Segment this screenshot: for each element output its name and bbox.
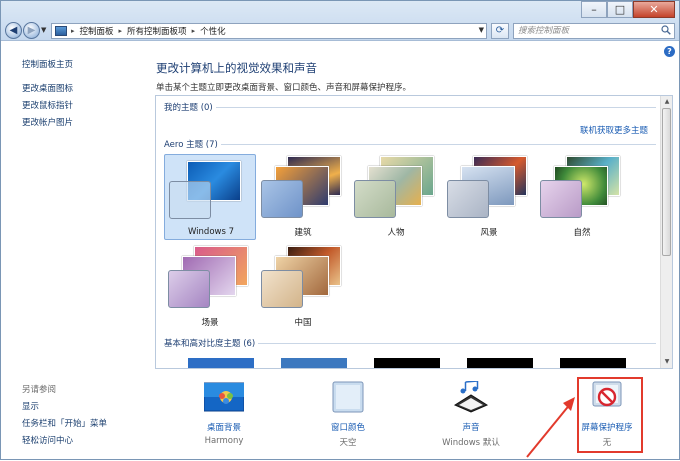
personalization-window: – □ ✕ ◀ ▶ ▼ ▸ 控制面板 ▸ 所有控制面板项 ▸ 个性化 ▼ ⟳ 搜…	[0, 0, 680, 460]
window-color-swatch	[540, 180, 582, 218]
basic-theme-tile[interactable]	[467, 358, 533, 368]
minimize-button[interactable]: –	[581, 1, 607, 18]
window-color-swatch	[261, 180, 303, 218]
theme-name: Windows 7	[187, 227, 235, 237]
forward-arrow-icon: ▶	[27, 25, 36, 36]
sound-item[interactable]: 声音 Windows 默认	[416, 380, 526, 448]
theme-name: 自然	[573, 228, 591, 238]
control-panel-icon	[55, 26, 67, 36]
theme-tile-landscapes[interactable]: 风景	[443, 154, 535, 240]
sound-label: 声音	[462, 423, 480, 433]
breadcrumb-separator-icon[interactable]: ▸	[119, 27, 123, 35]
theme-list-scrollbar[interactable]: ▲ ▼	[660, 96, 672, 368]
basic-theme-tile[interactable]	[374, 358, 440, 368]
basic-theme-tile[interactable]	[188, 358, 254, 368]
window-color-value: 天空	[339, 438, 357, 448]
breadcrumb-control-panel[interactable]: 控制面板	[80, 25, 114, 37]
desktop-background-icon	[203, 381, 245, 413]
theme-tile-architecture[interactable]: 建筑	[257, 154, 349, 240]
theme-name: 人物	[387, 228, 405, 238]
change-mouse-pointers-link[interactable]: 更改鼠标指针	[22, 99, 73, 111]
help-icon[interactable]: ?	[664, 46, 675, 57]
section-divider	[221, 144, 656, 145]
theme-tile-nature[interactable]: 自然	[536, 154, 628, 240]
change-account-picture-link[interactable]: 更改帐户图片	[22, 116, 73, 128]
theme-name: 风景	[480, 228, 498, 238]
breadcrumb-separator-icon[interactable]: ▸	[71, 27, 75, 35]
basic-themes-header: 基本和高对比度主题 (6)	[164, 339, 256, 349]
address-bar[interactable]: ▸ 控制面板 ▸ 所有控制面板项 ▸ 个性化 ▼	[51, 23, 487, 39]
theme-tile-characters[interactable]: 人物	[350, 154, 442, 240]
my-themes-header: 我的主题 (0)	[164, 103, 213, 113]
window-color-icon	[328, 381, 368, 413]
section-divider	[216, 107, 656, 108]
search-input[interactable]: 搜索控制面板	[513, 23, 675, 39]
screensaver-highlight-box	[577, 377, 643, 453]
theme-name: 场景	[201, 318, 219, 328]
scroll-down-arrow-icon[interactable]: ▼	[662, 357, 672, 367]
sound-value: Windows 默认	[442, 438, 500, 448]
search-placeholder: 搜索控制面板	[518, 26, 570, 36]
window-color-swatch	[354, 180, 396, 218]
control-panel-home-link[interactable]: 控制面板主页	[22, 58, 73, 70]
basic-theme-tile[interactable]	[281, 358, 347, 368]
theme-tile-windows7[interactable]: Windows 7	[164, 154, 256, 240]
refresh-button[interactable]: ⟳	[491, 23, 509, 39]
window-color-swatch	[261, 270, 303, 308]
maximize-button[interactable]: □	[607, 1, 633, 18]
back-arrow-icon: ◀	[9, 25, 18, 36]
page-description: 单击某个主题立即更改桌面背景、窗口颜色、声音和屏幕保护程序。	[156, 83, 412, 93]
sound-icon	[451, 380, 491, 413]
window-color-swatch	[168, 270, 210, 308]
left-nav-pane: 控制面板主页 更改桌面图标 更改鼠标指针 更改帐户图片 另请参阅 显示 任务栏和…	[1, 42, 141, 459]
theme-name: 中国	[294, 318, 312, 328]
breadcrumb-separator-icon[interactable]: ▸	[192, 27, 196, 35]
window-color-swatch	[447, 180, 489, 218]
aero-themes-header: Aero 主题 (7)	[164, 140, 218, 150]
back-button[interactable]: ◀	[5, 22, 22, 39]
desktop-background-label: 桌面背景	[206, 423, 241, 433]
scroll-thumb[interactable]	[662, 108, 671, 256]
refresh-icon: ⟳	[495, 25, 505, 36]
close-button[interactable]: ✕	[633, 1, 675, 18]
page-title: 更改计算机上的视觉效果和声音	[156, 61, 317, 75]
section-divider	[258, 343, 656, 344]
display-link[interactable]: 显示	[22, 400, 39, 412]
desktop-background-item[interactable]: 桌面背景 Harmony	[169, 381, 279, 446]
recent-pages-dropdown[interactable]: ▼	[41, 26, 46, 34]
theme-name: 建筑	[294, 228, 312, 238]
change-desktop-icons-link[interactable]: 更改桌面图标	[22, 82, 73, 94]
ease-of-access-link[interactable]: 轻松访问中心	[22, 434, 73, 446]
breadcrumb-personalization[interactable]: 个性化	[200, 25, 226, 37]
desktop-background-value: Harmony	[204, 436, 244, 446]
taskbar-start-menu-link[interactable]: 任务栏和「开始」菜单	[22, 417, 107, 429]
scroll-up-arrow-icon[interactable]: ▲	[662, 97, 672, 107]
title-bar: – □ ✕ ◀ ▶ ▼ ▸ 控制面板 ▸ 所有控制面板项 ▸ 个性化 ▼ ⟳ 搜…	[1, 1, 679, 41]
window-color-swatch	[169, 181, 211, 219]
red-arrow-annotation-icon	[526, 397, 575, 458]
window-controls: – □ ✕	[581, 1, 675, 18]
theme-list: 我的主题 (0) 联机获取更多主题 Aero 主题 (7) Windows 7 …	[155, 95, 673, 369]
breadcrumb-all-items[interactable]: 所有控制面板项	[127, 25, 187, 37]
get-more-themes-link[interactable]: 联机获取更多主题	[580, 124, 648, 136]
address-dropdown-icon[interactable]: ▼	[479, 26, 484, 34]
forward-button[interactable]: ▶	[23, 22, 40, 39]
theme-tile-scenes[interactable]: 场景	[164, 244, 256, 330]
theme-tile-china[interactable]: 中国	[257, 244, 349, 330]
window-color-label: 窗口颜色	[330, 423, 365, 433]
basic-theme-tile[interactable]	[560, 358, 626, 368]
search-icon	[661, 25, 671, 35]
see-also-heading: 另请参阅	[22, 385, 57, 395]
window-color-item[interactable]: 窗口颜色 天空	[293, 381, 403, 448]
